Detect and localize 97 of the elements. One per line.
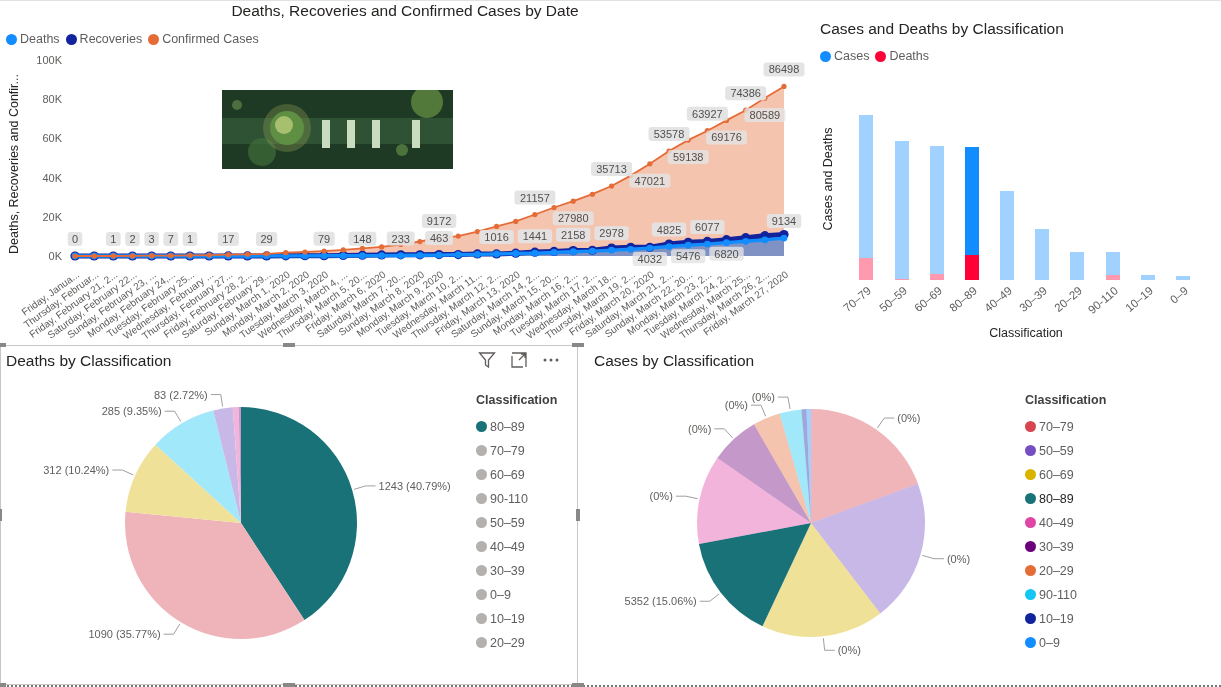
data-label: 79 <box>313 231 335 246</box>
data-label: 80589 <box>744 108 786 123</box>
data-label: 27980 <box>557 212 589 225</box>
data-label: 53578 <box>653 127 685 140</box>
data-label: 1441 <box>517 229 553 244</box>
data-label: 463 <box>425 231 453 246</box>
data-label: 3 <box>148 232 155 245</box>
chart-title: Cases by Classification <box>593 351 755 371</box>
data-label: 21157 <box>520 191 550 204</box>
data-label: 63927 <box>686 106 728 121</box>
data-label: (0%) <box>946 552 971 565</box>
data-label: 5476 <box>675 250 701 263</box>
data-label: (0%) <box>724 399 748 412</box>
data-label: 4032 <box>632 252 668 267</box>
data-label: 17 <box>217 231 239 246</box>
data-label: 4032 <box>637 253 663 266</box>
data-label: 148 <box>348 231 377 246</box>
data-label: 79 <box>317 232 331 245</box>
data-label: 2158 <box>560 228 586 241</box>
chart-title: Deaths by Classification <box>5 351 172 371</box>
data-label: 3 <box>144 232 159 246</box>
data-label: 69176 <box>706 130 747 145</box>
data-label: 29 <box>260 232 273 245</box>
data-label: 59138 <box>672 151 704 164</box>
data-label: 0 <box>71 233 79 245</box>
data-label: 86498 <box>763 62 805 77</box>
data-label: 63927 <box>692 107 723 120</box>
data-label: 27980 <box>552 211 594 226</box>
axis-tick-label: 100K <box>36 54 62 66</box>
axis-tick-label: 40K <box>42 171 62 184</box>
data-label: 83 (2.72%) <box>153 388 208 401</box>
data-label: 6820 <box>709 246 744 261</box>
data-label: 47021 <box>634 174 666 187</box>
data-label: 1090 (35.77%) <box>88 628 161 641</box>
data-label: 2 <box>129 233 136 245</box>
chart-title: Cases and Deaths by Classification <box>819 19 1064 39</box>
data-label: 6077 <box>690 220 725 235</box>
data-label: (0%) <box>649 490 673 503</box>
data-label: 1 <box>182 232 198 246</box>
data-label: (0%) <box>897 412 921 425</box>
data-label: 233 <box>386 231 415 246</box>
data-label: (0%) <box>837 644 861 657</box>
data-label: 9134 <box>771 215 797 228</box>
data-label: 47021 <box>629 173 671 188</box>
data-label: 35713 <box>596 163 627 175</box>
data-label: 7 <box>167 232 174 245</box>
data-label: 9172 <box>426 215 452 228</box>
data-label: 2 <box>125 232 140 246</box>
data-label: 1243 (40.79%) <box>378 479 451 492</box>
axis-tick-label: 80K <box>42 93 62 106</box>
data-label: 233 <box>391 232 410 245</box>
data-label: 2978 <box>594 226 629 241</box>
data-label: 9134 <box>766 214 802 229</box>
data-label: 312 (10.24%) <box>43 464 110 476</box>
data-label: 35713 <box>591 162 633 176</box>
chart-title: Deaths, Recoveries and Confirmed Cases by Date <box>231 1 579 21</box>
data-label: 285 (9.35%) <box>101 405 162 418</box>
data-label: 59138 <box>667 150 709 165</box>
data-label: 0 <box>67 232 83 246</box>
data-label: 4825 <box>651 222 687 237</box>
axis-tick-label: 20K <box>42 210 62 223</box>
data-label: 74386 <box>725 86 767 101</box>
data-label: 2158 <box>556 227 591 242</box>
data-label: 69176 <box>711 131 742 144</box>
data-label: 86498 <box>768 63 800 76</box>
axis-title: Cases and Deaths <box>821 127 835 231</box>
data-label: 21157 <box>514 190 556 205</box>
data-label: 2978 <box>599 227 624 240</box>
data-label: 29 <box>256 231 278 246</box>
data-label: 1 <box>110 233 117 245</box>
data-label: 1016 <box>479 230 514 244</box>
data-label: 5476 <box>671 249 706 264</box>
data-label: (0%) <box>751 391 775 404</box>
data-label: 6077 <box>695 221 720 234</box>
data-label: 148 <box>353 232 372 245</box>
data-label: 9172 <box>421 214 457 228</box>
data-label: 17 <box>222 232 235 245</box>
data-label: 74386 <box>730 87 761 100</box>
axis-tick-label: 0–9 <box>1167 284 1191 306</box>
axis-tick-label: 0K <box>48 250 62 262</box>
data-label: 6820 <box>714 247 739 260</box>
legend-title: Classification <box>1025 393 1107 409</box>
data-label: 1441 <box>522 230 548 243</box>
data-label: 80589 <box>749 109 781 122</box>
data-label: 1 <box>106 232 121 246</box>
data-label: 5352 (15.06%) <box>624 595 697 608</box>
data-label: 1016 <box>484 231 509 244</box>
data-label: 4825 <box>656 223 682 236</box>
data-label: 7 <box>163 232 179 246</box>
data-label: 463 <box>429 232 449 245</box>
data-label: 1 <box>186 233 194 245</box>
axis-tick-label: 60K <box>42 132 62 145</box>
legend-title: Classification <box>476 393 558 409</box>
axis-title: Deaths, Recoveries and Confir... <box>7 74 21 254</box>
axis-title: Classification <box>989 326 1063 340</box>
data-label: 53578 <box>648 127 690 141</box>
data-label: (0%) <box>688 422 712 435</box>
